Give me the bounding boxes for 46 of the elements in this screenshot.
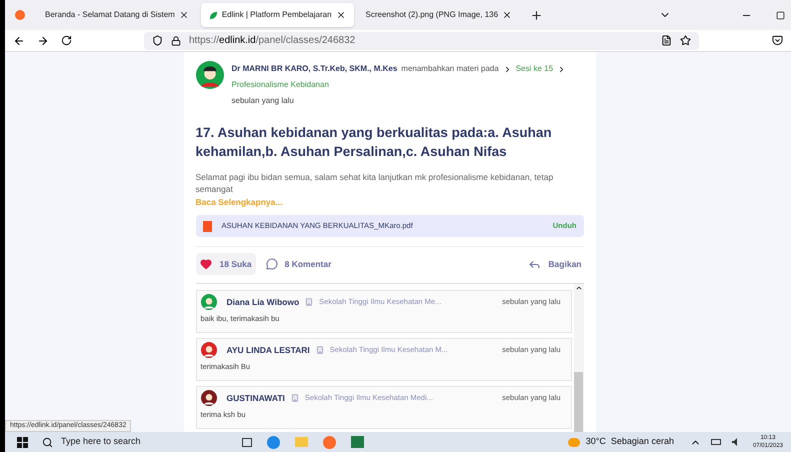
forward-icon[interactable] <box>37 34 49 46</box>
close-icon[interactable] <box>178 10 189 20</box>
bookmark-star-icon[interactable] <box>680 35 691 46</box>
tab-title: Beranda - Selamat Datang di Sistem <box>45 9 175 21</box>
back-icon[interactable] <box>13 34 25 46</box>
browser-tab[interactable]: Screenshot (2).png (PNG Image, 136 <box>358 3 520 27</box>
comment-icon <box>266 258 278 270</box>
close-icon[interactable] <box>502 10 512 20</box>
shield-icon <box>152 35 163 46</box>
weather-text[interactable]: 30°C Sebagian cerah <box>586 435 674 449</box>
pocket-icon[interactable] <box>772 35 783 46</box>
scrollbar[interactable] <box>574 284 584 432</box>
building-icon <box>305 298 314 306</box>
author-name[interactable]: Dr MARNI BR KARO, S.Tr.Keb, SKM., M.Kes <box>232 61 398 77</box>
browser-tab[interactable]: Edlink | Platform Pembelajaran <box>200 3 354 27</box>
reload-icon[interactable] <box>61 35 72 46</box>
restore-icon[interactable] <box>776 10 785 20</box>
pdf-icon <box>202 220 212 232</box>
new-tab-icon[interactable] <box>530 8 544 22</box>
address-bar[interactable]: https://edlink.id/panel/classes/246832 <box>144 32 699 50</box>
building-icon <box>290 394 299 402</box>
post-body: Selamat pagi ibu bidan semua, salam sehat kita lanjutkan mk profesionalisme kebidanan, tetap semangat <box>196 171 554 195</box>
taskbar-search-field[interactable]: Type here to search <box>42 435 242 449</box>
reader-icon[interactable] <box>661 35 672 46</box>
battery-icon[interactable] <box>710 439 721 445</box>
leaf-icon <box>208 10 218 20</box>
building-icon <box>316 346 324 354</box>
tab-title: Edlink | Platform Pembelajaran <box>222 9 332 21</box>
lock-icon <box>171 36 181 46</box>
post-title: 17. Asuhan kebidanan yang berkualitas pada:a. Asuhan kehamilan,b. Asuhan Persalinan,c. Asuhan Nifas <box>196 124 553 161</box>
commenter-name[interactable]: GUSTINAWATI <box>226 392 285 404</box>
action-text: menambahkan materi pada <box>401 63 499 75</box>
scroll-up-icon[interactable] <box>574 284 582 292</box>
tab-title: Screenshot (2).png (PNG Image, 136 <box>366 9 498 21</box>
share-button[interactable]: Bagikan <box>528 258 582 270</box>
search-icon <box>42 436 53 448</box>
close-icon[interactable] <box>336 10 346 20</box>
avatar-icon <box>196 61 224 89</box>
comment-button[interactable]: 8 Komentar <box>266 258 332 270</box>
url-text: https://edlink.id/panel/classes/246832 <box>189 34 356 48</box>
browser-tab[interactable]: Beranda - Selamat Datang di Sistem <box>37 3 197 27</box>
commenter-name[interactable]: Diana Lia Wibowo <box>226 296 300 308</box>
like-button[interactable]: 18 Suka <box>196 253 256 275</box>
commenter-name[interactable]: AYU LINDA LESTARI <box>226 344 310 356</box>
post-time: sebulan yang lalu <box>232 95 295 107</box>
windows-logo-icon[interactable] <box>17 436 28 448</box>
